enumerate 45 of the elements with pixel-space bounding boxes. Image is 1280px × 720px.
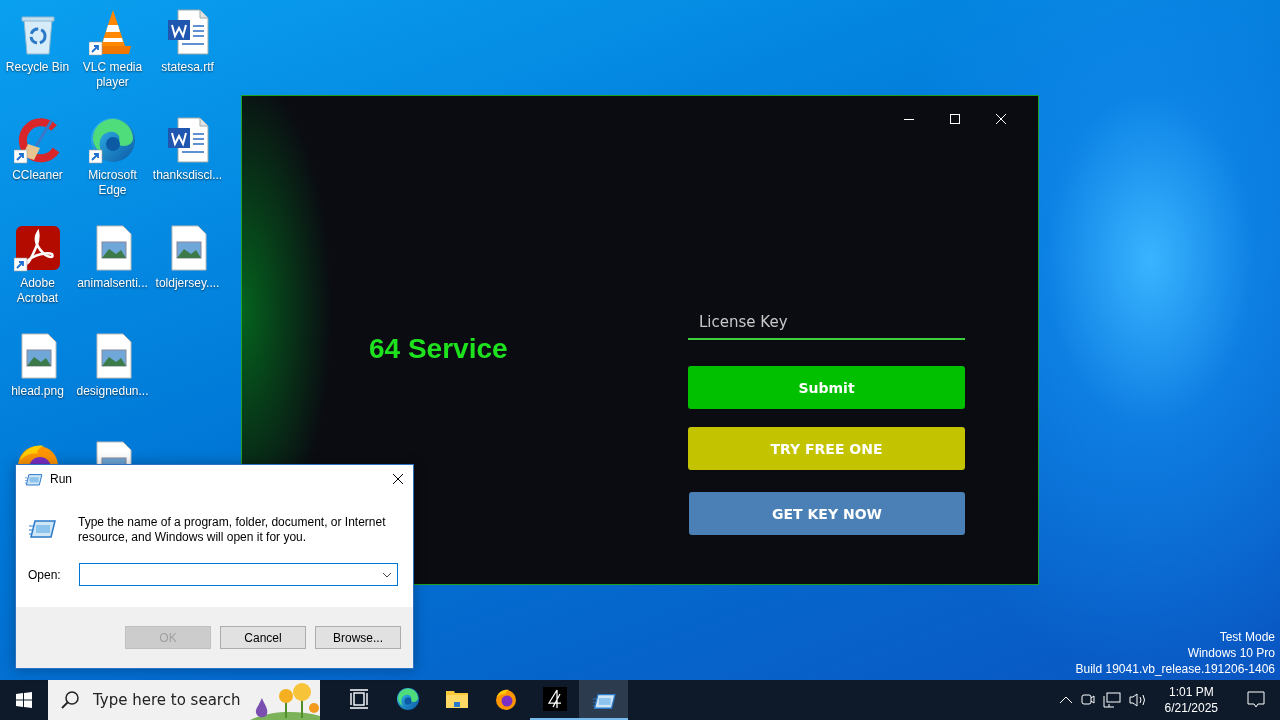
app-heading: 64 Service (369, 333, 509, 365)
dialog-description: Type the name of a program, folder, document, or Internet resource, and Windows will open it for you. (78, 515, 387, 545)
icon-label: animalsenti... (76, 276, 149, 291)
system-info-text: Test Mode (1219, 629, 1275, 645)
app-icon (542, 687, 567, 711)
icon-label: VLC media player (81, 60, 144, 90)
icon-label: thanksdiscl... (151, 168, 224, 183)
run-icon (25, 472, 43, 486)
open-label: Open: (28, 567, 62, 582)
flower-drawing (250, 680, 320, 720)
icon-label: Microsoft Edge (87, 168, 138, 198)
close-icon[interactable] (392, 473, 404, 485)
volume-icon[interactable] (1128, 692, 1147, 708)
icon-label: hlead.png (10, 384, 65, 399)
notification-icon[interactable] (1247, 691, 1265, 709)
taskbar-app-button[interactable] (579, 680, 628, 720)
chevron-up-icon[interactable] (1058, 696, 1073, 704)
taskbar-search-field[interactable]: Type here to search (48, 680, 320, 720)
camera-icon[interactable] (1080, 692, 1095, 708)
network-icon[interactable] (1102, 692, 1121, 708)
dropdown-caret-icon[interactable] (382, 571, 392, 578)
edge-icon[interactable] (88, 116, 137, 164)
firefox-icon (493, 687, 518, 711)
system-info-text: Windows 10 Pro (1187, 645, 1275, 661)
open-combo-field[interactable] (79, 563, 398, 586)
icon-label: designedun... (75, 384, 150, 399)
ccleaner-icon[interactable] (13, 116, 62, 164)
clock[interactable]: 1:01 PM 6/21/2025 (1164, 684, 1218, 716)
license-key-field[interactable]: License Key (688, 306, 965, 340)
icon-label: Adobe Acrobat (15, 276, 60, 306)
dialog-button[interactable]: Cancel (220, 626, 306, 649)
acrobat-icon[interactable] (13, 224, 62, 272)
edge-icon (395, 687, 420, 711)
icon-label: Recycle Bin (4, 60, 71, 75)
dialog-title: Run (50, 472, 73, 486)
search-icon (61, 691, 79, 709)
icon-label: toldjersey.... (154, 276, 221, 291)
system-info-text: Build 19041.vb_release.191206-1406 (1075, 661, 1275, 677)
windows-start-icon[interactable] (16, 692, 32, 708)
dialog-button[interactable]: Browse... (315, 626, 401, 649)
icon-label: statesa.rtf (160, 60, 215, 75)
action-button[interactable]: GET KEY NOW (689, 492, 965, 535)
task-view-icon (348, 689, 369, 709)
maximize-icon[interactable] (950, 113, 960, 124)
icon-label: CCleaner (11, 168, 64, 183)
